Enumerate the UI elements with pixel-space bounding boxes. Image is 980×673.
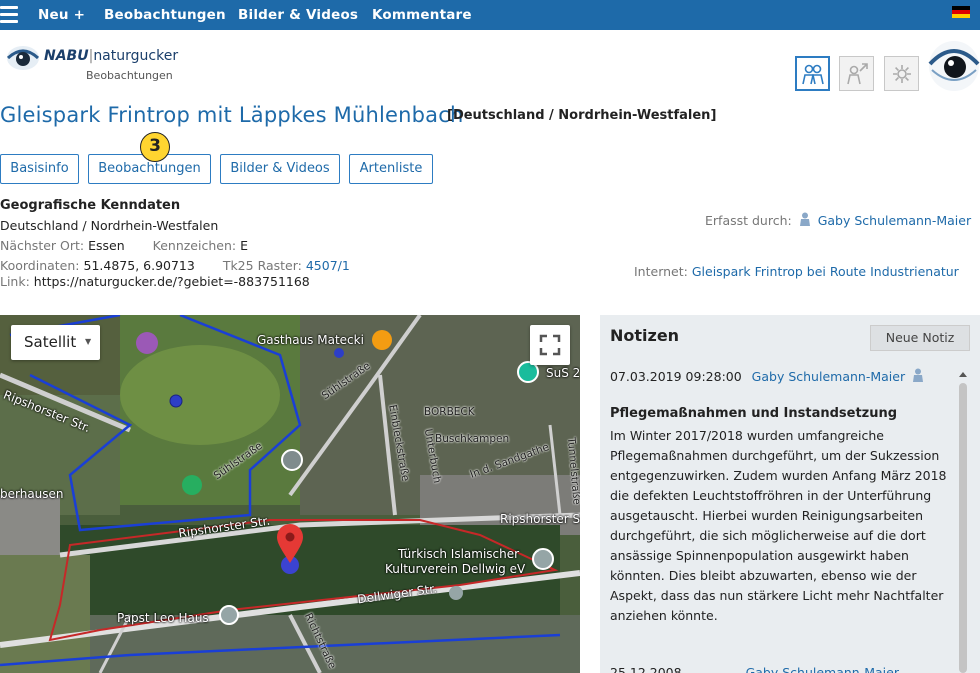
count-badge: 3: [140, 132, 170, 162]
naturgucker-logo[interactable]: NABU|naturgucker Beobachtungen: [6, 44, 179, 86]
menu-icon[interactable]: [0, 5, 18, 23]
note-heading: Pflegemaßnahmen und Instandsetzung: [610, 406, 898, 421]
map-label: BORBECK: [424, 406, 475, 418]
settings-button[interactable]: [884, 56, 919, 91]
users-icon: [801, 64, 824, 84]
geo-coordinates: Koordinaten: 51.4875, 6.90713 Tk25 Raste…: [0, 258, 350, 273]
map-label: Buschkampen: [435, 433, 510, 445]
geo-location: Deutschland / Nordrhein-Westfalen: [0, 218, 219, 233]
nav-media[interactable]: Bilder & Videos: [238, 7, 358, 23]
notes-panel: Notizen Neue Notiz 07.03.2019 09:28:00 G…: [600, 315, 980, 673]
note-body: Im Winter 2017/2018 wurden umfangreiche …: [610, 428, 947, 623]
fullscreen-icon: [539, 334, 561, 356]
map-label: berhausen: [0, 487, 64, 501]
logo-subtitle: Beobachtungen: [86, 69, 173, 82]
tab-species-list[interactable]: Artenliste: [349, 154, 433, 184]
person-icon: [799, 212, 810, 226]
geo-heading: Geografische Kenndaten: [0, 198, 181, 213]
satellite-map[interactable]: Gasthaus Matecki SuS 2 Ripshorster Str. …: [0, 315, 580, 673]
map-type-button[interactable]: Satellit ▼: [11, 325, 100, 360]
logo-wordmark: NABU|naturgucker: [44, 48, 179, 64]
note-meta: 25.12.2008 Gaby Schulemann-Maier: [610, 665, 899, 673]
german-flag-icon[interactable]: [952, 6, 970, 18]
map-label: SuS 2: [546, 366, 580, 380]
page-region: [Deutschland / Nordrhein-Westfalen]: [447, 108, 717, 123]
eye-logo-icon: [6, 46, 40, 70]
recorded-by-link[interactable]: Gaby Schulemann-Maier: [818, 213, 971, 228]
map-label: Ripshorster Str.: [500, 512, 580, 526]
note-author-link[interactable]: Gaby Schulemann-Maier: [752, 369, 905, 384]
notes-scrollbar[interactable]: [956, 369, 970, 673]
notes-title: Notizen: [610, 326, 680, 345]
geo-nearest: Nächster Ort: Essen Kennzeichen: E: [0, 238, 248, 253]
map-label: Papst Leo Haus: [117, 611, 209, 625]
top-nav: Neu + Beobachtungen Bilder & Videos Komm…: [0, 0, 980, 30]
map-imagery: [0, 315, 580, 673]
page-title: Gleispark Frintrop mit Läppkes Mühlenbac…: [0, 103, 464, 127]
user-arrow-icon: [846, 62, 868, 84]
geo-link: Link: https://naturgucker.de/?gebiet=-88…: [0, 274, 310, 289]
fullscreen-button[interactable]: [530, 325, 570, 365]
person-icon: [913, 368, 924, 382]
nav-new[interactable]: Neu +: [38, 7, 85, 23]
dropdown-caret-icon: ▼: [85, 337, 92, 346]
map-label: Türkisch Islamischer: [398, 547, 520, 561]
internet-info: Internet: Gleispark Frintrop bei Route I…: [634, 264, 959, 279]
new-note-button[interactable]: Neue Notiz: [870, 325, 970, 351]
note-meta: 07.03.2019 09:28:00 Gaby Schulemann-Maie…: [610, 368, 924, 384]
nav-comments[interactable]: Kommentare: [372, 7, 472, 23]
gear-icon: [892, 64, 911, 83]
map-label: Gasthaus Matecki: [257, 333, 364, 347]
internet-link[interactable]: Gleispark Frintrop bei Route Industriena…: [692, 264, 959, 279]
recorded-by: Erfasst durch: Gaby Schulemann-Maier: [705, 212, 972, 228]
tab-basisinfo[interactable]: Basisinfo: [0, 154, 79, 184]
tk25-link[interactable]: 4507/1: [306, 258, 350, 273]
nav-observations[interactable]: Beobachtungen: [104, 7, 226, 23]
community-button[interactable]: [795, 56, 830, 91]
naturgucker-eye-logo-icon: [928, 41, 980, 91]
map-label: Kulturverein Dellwig eV: [385, 562, 526, 576]
profile-button[interactable]: [839, 56, 874, 91]
tab-media[interactable]: Bilder & Videos: [220, 154, 340, 184]
note-author-link[interactable]: Gaby Schulemann-Maier: [746, 665, 899, 673]
